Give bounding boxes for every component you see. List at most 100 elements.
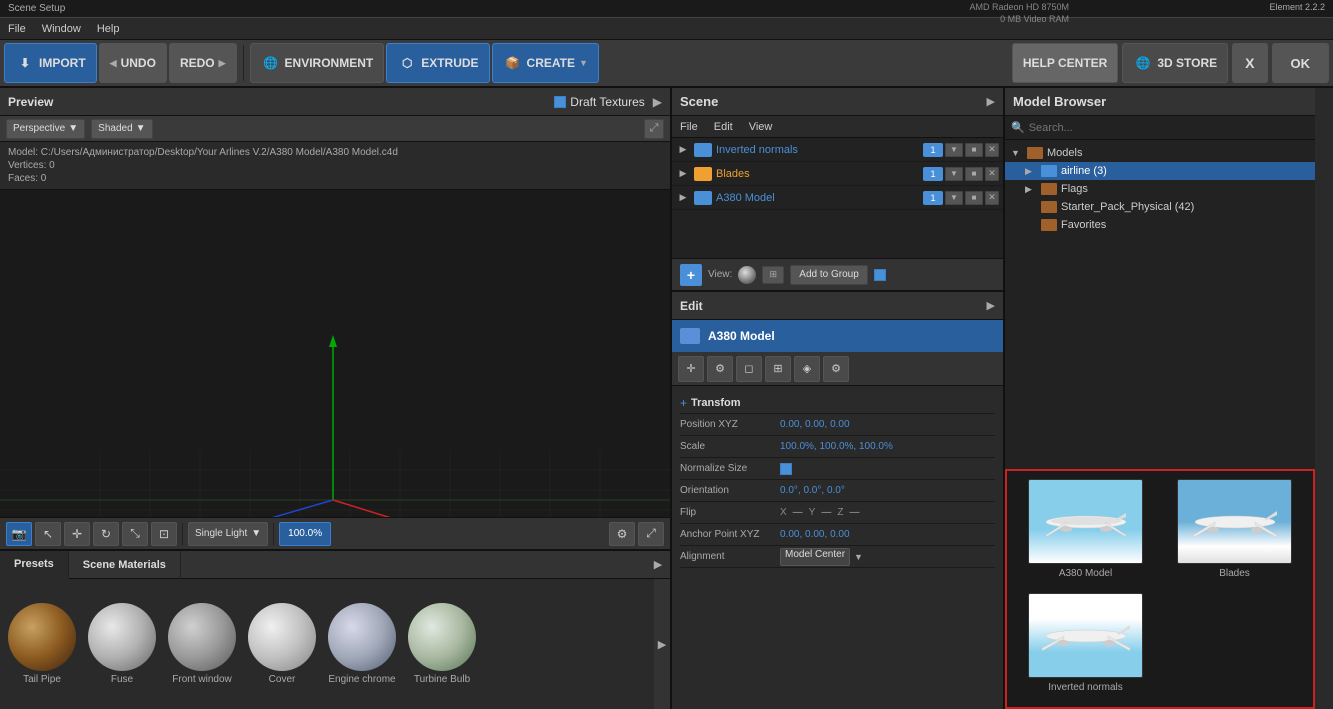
scene-vis-2[interactable]: ▼ (945, 167, 963, 181)
presets-scroll-right[interactable]: ▶ (654, 579, 670, 709)
import-icon: ⬇ (15, 53, 35, 73)
undo-button[interactable]: ◀ UNDO (99, 43, 167, 83)
more-edit-button[interactable]: ⚙ (823, 356, 849, 382)
search-input[interactable] (1029, 122, 1309, 134)
menu-window[interactable]: Window (42, 23, 81, 35)
perspective-dropdown[interactable]: Perspective ▼ (6, 119, 85, 139)
turbine-bulb-label: Turbine Bulb (414, 674, 470, 685)
move-tool-button[interactable]: ✛ (64, 522, 90, 546)
view-grid-button[interactable]: ⊞ (762, 266, 784, 284)
redo-button[interactable]: REDO ▶ (169, 43, 237, 83)
preview-expand-icon[interactable]: ▶ (653, 95, 662, 109)
material-fuse[interactable]: Fuse (88, 603, 156, 685)
fullscreen-button[interactable]: ⤢ (644, 119, 664, 139)
view-sphere[interactable] (738, 266, 756, 284)
camera-tool-button[interactable]: 📷 (6, 522, 32, 546)
extrude-button[interactable]: ⬡ EXTRUDE (386, 43, 489, 83)
mb-thumb-blades[interactable]: Blades (1164, 479, 1305, 585)
scene-del-3[interactable]: ✕ (985, 191, 999, 205)
menu-help[interactable]: Help (97, 23, 120, 35)
single-light-label: Single Light (195, 528, 247, 539)
scene-item-blades[interactable]: ▶ Blades 1 ▼ ■ ✕ (672, 162, 1003, 186)
scene-item-a380[interactable]: ▶ A380 Model 1 ▼ ■ ✕ (672, 186, 1003, 210)
select-tool-button[interactable]: ↖ (35, 522, 61, 546)
shape-edit-button[interactable]: ◈ (794, 356, 820, 382)
mb-item-models[interactable]: ▼ Models (1005, 144, 1315, 162)
anchor-values[interactable]: 0.00, 0.00, 0.00 (780, 529, 850, 540)
position-x-value[interactable]: 0.00, 0.00, 0.00 (780, 419, 850, 430)
scene-vis-1[interactable]: ▼ (945, 143, 963, 157)
scene-item-arrow-3[interactable]: ▶ (676, 191, 690, 205)
help-button[interactable]: HELP CENTER (1012, 43, 1118, 83)
scene-expand-icon[interactable]: ▶ (987, 95, 995, 108)
mb-thumb-a380[interactable]: A380 Model (1015, 479, 1156, 585)
add-scene-item-button[interactable]: + (680, 264, 702, 286)
scale-label: Scale (680, 441, 780, 452)
material-front-window[interactable]: Front window (168, 603, 236, 685)
3dstore-button[interactable]: 🌐 3D STORE (1122, 43, 1228, 83)
mb-thumb-inverted[interactable]: Inverted normals (1015, 593, 1156, 699)
close-button[interactable]: X (1232, 43, 1267, 83)
scene-item-arrow-2[interactable]: ▶ (676, 167, 690, 181)
material-turbine-bulb[interactable]: Turbine Bulb (408, 603, 476, 685)
scene-item-arrow-1[interactable]: ▶ (676, 143, 690, 157)
fit-tool-button[interactable]: ⊡ (151, 522, 177, 546)
material-engine-chrome[interactable]: Engine chrome (328, 603, 396, 685)
shaded-dropdown[interactable]: Shaded ▼ (91, 119, 152, 139)
import-button[interactable]: ⬇ IMPORT (4, 43, 97, 83)
viewport[interactable] (0, 190, 670, 517)
scene-materials-tab[interactable]: Scene Materials (69, 551, 181, 579)
scene-hide-1[interactable]: ■ (965, 143, 983, 157)
normalize-checkbox[interactable] (780, 463, 792, 475)
group-edit-button[interactable]: ⊞ (765, 356, 791, 382)
create-button[interactable]: 📦 CREATE ▼ (492, 43, 599, 83)
orient-values[interactable]: 0.0°, 0.0°, 0.0° (780, 485, 845, 496)
scene-vis-3[interactable]: ▼ (945, 191, 963, 205)
presets-tab[interactable]: Presets (0, 551, 69, 579)
scene-hide-2[interactable]: ■ (965, 167, 983, 181)
mb-item-flags[interactable]: ▶ Flags (1005, 180, 1315, 198)
group-check-box[interactable] (874, 269, 886, 281)
presets-expand-icon[interactable]: ▶ (650, 558, 666, 571)
scene-items-list: ▶ Inverted normals 1 ▼ ■ ✕ ▶ Blades 1 ▼ (672, 138, 1003, 258)
mb-item-airline[interactable]: ▶ airline (3) (1005, 162, 1315, 180)
edit-expand-icon[interactable]: ▶ (987, 299, 995, 312)
scene-del-1[interactable]: ✕ (985, 143, 999, 157)
add-to-group-button[interactable]: Add to Group (790, 265, 867, 285)
scale-tool-button[interactable]: ⤡ (122, 522, 148, 546)
scene-menu-file[interactable]: File (680, 121, 698, 133)
zoom-display[interactable]: 100.0% (279, 522, 331, 546)
flip-y-button[interactable]: — (821, 507, 831, 518)
alignment-label: Alignment (680, 551, 780, 562)
scene-hide-3[interactable]: ■ (965, 191, 983, 205)
menu-file[interactable]: File (8, 23, 26, 35)
create-icon: 📦 (503, 53, 523, 73)
mb-label-favorites: Favorites (1061, 219, 1106, 231)
mb-arrow-flags: ▶ (1025, 184, 1037, 195)
flip-x-button[interactable]: — (793, 507, 803, 518)
rotate-tool-button[interactable]: ↻ (93, 522, 119, 546)
light-select[interactable]: Single Light ▼ (188, 522, 268, 546)
environment-button[interactable]: 🌐 ENVIRONMENT (250, 43, 385, 83)
draft-textures-checkbox[interactable] (554, 96, 566, 108)
scale-values[interactable]: 100.0%, 100.0%, 100.0% (780, 441, 893, 452)
mb-item-favorites[interactable]: Favorites (1005, 216, 1315, 234)
settings-edit-button[interactable]: ⚙ (707, 356, 733, 382)
flip-z-button[interactable]: — (849, 507, 859, 518)
mb-item-starter-pack[interactable]: Starter_Pack_Physical (42) (1005, 198, 1315, 216)
move-edit-button[interactable]: ✛ (678, 356, 704, 382)
material-cover[interactable]: Cover (248, 603, 316, 685)
fullscreen-tool-button[interactable]: ⤢ (638, 522, 664, 546)
scene-del-2[interactable]: ✕ (985, 167, 999, 181)
material-tail-pipe[interactable]: Tail Pipe (8, 603, 76, 685)
orientation-label: Orientation (680, 485, 780, 496)
environment-icon: 🌐 (261, 53, 281, 73)
scene-menu-view[interactable]: View (749, 121, 773, 133)
ok-button[interactable]: OK (1272, 43, 1330, 83)
box-edit-button[interactable]: ◻ (736, 356, 762, 382)
settings-tool-button[interactable]: ⚙ (609, 522, 635, 546)
model-browser-header: Model Browser (1005, 88, 1315, 116)
model-center-select[interactable]: Model Center (780, 548, 850, 566)
scene-menu-edit[interactable]: Edit (714, 121, 733, 133)
scene-item-inverted-normals[interactable]: ▶ Inverted normals 1 ▼ ■ ✕ (672, 138, 1003, 162)
